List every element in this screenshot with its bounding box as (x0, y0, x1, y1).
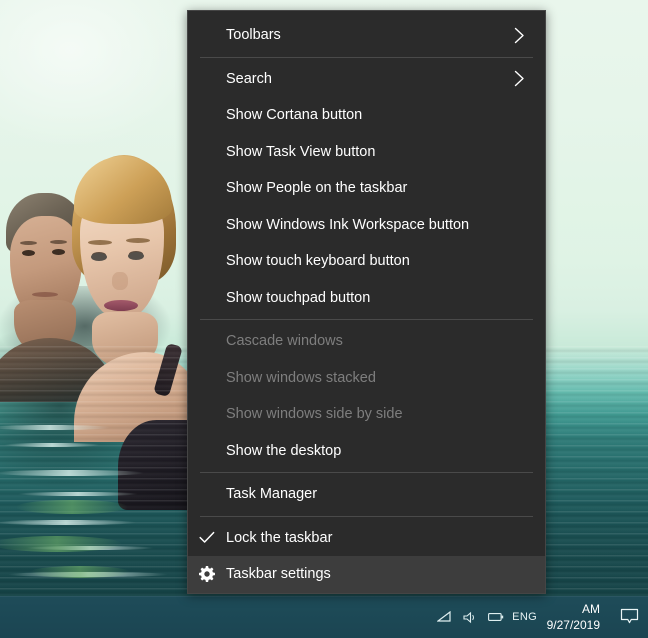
taskbar-context-menu[interactable]: Toolbars Search Show Cortana button Show Ta… (187, 10, 546, 594)
wallpaper-man-mouth (32, 292, 58, 297)
menu-item-label: Show windows side by side (226, 406, 403, 423)
volume-icon[interactable] (457, 596, 483, 638)
menu-separator (200, 472, 533, 473)
menu-item-show-windows-side: Show windows side by side (188, 396, 545, 433)
wallpaper-woman-hair-front (74, 156, 172, 224)
menu-item-show-people[interactable]: Show People on the taskbar (188, 170, 545, 207)
menu-item-label: Show windows stacked (226, 369, 376, 386)
menu-item-show-windows-stacked: Show windows stacked (188, 360, 545, 397)
menu-separator (200, 56, 533, 58)
water-streak (8, 572, 168, 577)
gear-icon (188, 566, 226, 583)
wallpaper-woman-nose (112, 272, 128, 290)
menu-item-search[interactable]: Search (188, 61, 545, 98)
wallpaper-man-brow-left (20, 241, 37, 245)
screen: ENG AM 9/27/2019 Toolbars Search Show Cort… (0, 0, 648, 638)
language-indicator[interactable]: ENG (509, 596, 541, 638)
action-center-icon[interactable] (610, 596, 648, 638)
menu-item-show-touchpad[interactable]: Show touchpad button (188, 280, 545, 317)
menu-item-label: Cascade windows (226, 333, 343, 350)
clock[interactable]: AM 9/27/2019 (541, 596, 610, 638)
check-icon (188, 531, 226, 544)
wallpaper-man-eye-left (22, 250, 35, 256)
clock-time-suffix: AM (582, 601, 600, 616)
wallpaper-woman-brow-right (126, 238, 150, 243)
menu-item-label: Show Cortana button (226, 107, 363, 124)
wallpaper-woman-eye-right (128, 252, 144, 260)
wallpaper-woman-brow-left (88, 240, 112, 245)
menu-item-label: Show People on the taskbar (226, 180, 408, 197)
wallpaper-woman-lips (104, 300, 138, 311)
menu-item-show-ink-workspace[interactable]: Show Windows Ink Workspace button (188, 207, 545, 244)
menu-item-label: Search (226, 70, 272, 87)
battery-icon[interactable] (483, 596, 509, 638)
menu-item-label: Task Manager (226, 486, 318, 503)
clock-date: 9/27/2019 (546, 618, 600, 632)
water-streak (4, 443, 100, 447)
menu-item-show-the-desktop[interactable]: Show the desktop (188, 433, 545, 470)
menu-item-label: Show Windows Ink Workspace button (226, 216, 470, 233)
taskbar[interactable]: ENG AM 9/27/2019 (0, 596, 648, 638)
menu-item-label: Show touch keyboard button (226, 253, 410, 270)
menu-item-cascade-windows: Cascade windows (188, 323, 545, 360)
network-icon[interactable] (431, 596, 457, 638)
water-weed-reflection (30, 566, 130, 578)
menu-item-show-task-view[interactable]: Show Task View button (188, 134, 545, 171)
system-tray: ENG AM 9/27/2019 (431, 596, 648, 638)
water-weed-reflection (16, 500, 128, 514)
water-streak (26, 546, 154, 550)
chevron-right-icon (511, 27, 531, 44)
menu-separator (200, 515, 533, 517)
menu-item-label: Show touchpad button (226, 289, 371, 306)
menu-item-label: Toolbars (226, 27, 281, 44)
menu-item-show-touch-keyboard[interactable]: Show touch keyboard button (188, 243, 545, 280)
menu-item-task-manager[interactable]: Task Manager (188, 476, 545, 513)
menu-item-label: Show the desktop (226, 442, 342, 459)
menu-item-lock-the-taskbar[interactable]: Lock the taskbar (188, 520, 545, 557)
water-streak (0, 520, 136, 525)
menu-item-show-cortana[interactable]: Show Cortana button (188, 97, 545, 134)
water-weed-reflection (0, 536, 122, 552)
menu-item-toolbars[interactable]: Toolbars (188, 17, 545, 54)
menu-item-label: Taskbar settings (226, 566, 331, 583)
menu-item-label: Lock the taskbar (226, 529, 333, 546)
wallpaper-man-brow-right (50, 240, 67, 244)
wallpaper-woman-eye-left (91, 253, 107, 261)
menu-item-label: Show Task View button (226, 143, 376, 160)
chevron-right-icon (511, 70, 531, 87)
menu-separator (200, 319, 533, 320)
wallpaper-man-eye-right (52, 249, 65, 255)
menu-item-taskbar-settings[interactable]: Taskbar settings (188, 556, 545, 593)
